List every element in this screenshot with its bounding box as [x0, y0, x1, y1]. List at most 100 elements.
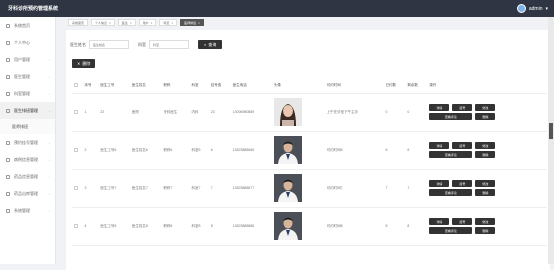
close-icon[interactable]: ×	[171, 20, 173, 26]
sidebar-item-6[interactable]: 预约挂号管理 ›	[0, 134, 55, 151]
doctor-name-input[interactable]	[89, 40, 129, 49]
row-action-button[interactable]: 查看评论	[429, 151, 473, 158]
grid-icon	[6, 140, 10, 145]
grid-icon	[6, 74, 10, 79]
row-action-button[interactable]: 删除	[475, 113, 496, 120]
table-cell: 医生工号8	[98, 207, 130, 246]
row-checkbox[interactable]	[74, 147, 78, 152]
search-label-dept: 科室	[138, 41, 146, 47]
row-action-button[interactable]: 查看评论	[429, 227, 473, 234]
tab-2[interactable]: 医生 ×	[117, 19, 136, 26]
scrollbar-thumb[interactable]	[549, 123, 553, 139]
row-action-button[interactable]: 查看评论	[429, 189, 473, 196]
row-checkbox[interactable]	[74, 223, 78, 228]
table-cell: 医生姓名7	[129, 169, 162, 208]
sidebar-item-label: 系统首页	[14, 22, 30, 28]
sidebar-item-5[interactable]: 医生排班管理 ›	[0, 102, 55, 119]
table-cell: 7	[383, 169, 406, 208]
doctor-photo	[273, 136, 302, 164]
table-cell: 牙科医生	[161, 93, 190, 132]
sidebar-item-label: 病例信息管理	[14, 156, 38, 162]
close-icon[interactable]: ×	[198, 20, 200, 26]
column-header[interactable]	[72, 78, 83, 94]
row-checkbox[interactable]	[74, 185, 78, 190]
main-content: 系统首页个人信息×医生×用户×科室×医师排班× 医生姓名 科室 ⌕ 查询 ✕ 删…	[62, 17, 554, 270]
table-cell: 职称7	[161, 169, 190, 208]
row-checkbox-cell[interactable]	[72, 207, 83, 246]
row-action-button[interactable]: 详情	[429, 180, 450, 187]
row-action-button[interactable]: 挂号	[452, 104, 473, 111]
operations-cell: 详情 挂号 修改 查看评论 删除	[427, 169, 547, 208]
user-menu[interactable]: admin ▾	[516, 4, 548, 13]
close-icon[interactable]: ×	[109, 20, 111, 26]
row-action-button[interactable]: 删除	[475, 151, 496, 158]
row-action-button[interactable]: 详情	[429, 104, 450, 111]
grid-icon	[6, 174, 10, 179]
sidebar-item-9[interactable]: 药品出库管理 ›	[0, 185, 55, 202]
sidebar-item-8[interactable]: 药品信息管理 ›	[0, 168, 55, 185]
close-icon[interactable]: ×	[151, 20, 153, 26]
row-checkbox-cell[interactable]	[72, 93, 83, 132]
column-header: 可约时间	[324, 78, 384, 94]
row-action-button[interactable]: 修改	[475, 104, 496, 111]
search-button[interactable]: ⌕ 查询	[198, 40, 223, 49]
tab-4[interactable]: 科室 ×	[159, 19, 178, 26]
grid-icon	[6, 57, 10, 62]
table-cell: 7	[208, 169, 231, 208]
table-cell: 13823888877	[230, 169, 272, 208]
column-header: 剩余数	[405, 78, 428, 94]
table-cell: 可约时间7	[324, 169, 384, 208]
table-cell: 8	[383, 207, 406, 246]
column-header: 医生工号	[98, 78, 130, 94]
sidebar-item-7[interactable]: 病例信息管理 ›	[0, 151, 55, 168]
sidebar-item-4[interactable]: 科室管理 ›	[0, 85, 55, 102]
row-action-button[interactable]: 详情	[429, 142, 450, 149]
sidebar-item-label: 医生排班管理	[14, 107, 38, 113]
top-bar: 牙科诊所预约管理系统 admin ▾	[0, 0, 554, 17]
grid-icon	[6, 108, 10, 113]
user-name: admin	[528, 5, 543, 12]
row-action-button[interactable]: 修改	[475, 218, 496, 225]
table-cell: 13823888888	[230, 207, 272, 246]
row-action-button[interactable]: 挂号	[452, 180, 473, 187]
table-row: 1 22 医院 牙科医生 内科 23 13006980889 上午在诊室下午主诊 0 0 详情 挂号修…	[72, 93, 547, 132]
row-action-button[interactable]: 删除	[475, 189, 496, 196]
row-checkbox-cell[interactable]	[72, 131, 83, 170]
select-all-checkbox[interactable]	[74, 82, 78, 87]
app-title: 牙科诊所预约管理系统	[8, 6, 59, 12]
department-input[interactable]	[149, 40, 189, 49]
tab-5[interactable]: 医师排班 ×	[180, 19, 204, 26]
sidebar-item-2[interactable]: 用户管理 ›	[0, 51, 55, 68]
row-action-button[interactable]: 查看评论	[429, 113, 473, 120]
close-icon[interactable]: ×	[130, 20, 132, 26]
photo-cell	[271, 169, 325, 208]
table-cell: 7	[405, 169, 428, 208]
tab-3[interactable]: 用户 ×	[138, 19, 157, 26]
photo-cell	[271, 207, 325, 246]
sidebar-item-label: 个人中心	[14, 39, 30, 45]
sidebar-item-1[interactable]: 个人中心	[0, 34, 55, 51]
tab-1[interactable]: 个人信息 ×	[91, 19, 115, 26]
operations-cell: 详情 挂号 修改 查看评论 删除	[427, 93, 547, 132]
doctor-photo	[273, 212, 302, 240]
row-action-button[interactable]: 删除	[475, 227, 496, 234]
search-icon: ⌕	[204, 42, 207, 47]
row-action-button[interactable]: 修改	[475, 180, 496, 187]
delete-button[interactable]: ✕ 删除	[72, 59, 96, 68]
sidebar-item-3[interactable]: 医生管理 ›	[0, 68, 55, 85]
sidebar-subitem[interactable]: 医师排班	[0, 119, 55, 134]
row-checkbox[interactable]	[74, 109, 78, 114]
row-action-button[interactable]: 挂号	[452, 142, 473, 149]
column-header: 科室	[189, 78, 209, 94]
sidebar-item-0[interactable]: 系统首页	[0, 17, 55, 34]
row-action-button[interactable]: 修改	[475, 142, 496, 149]
tab-0[interactable]: 系统首页	[68, 19, 89, 26]
sidebar-item-10[interactable]: 系统管理 ›	[0, 202, 55, 219]
row-action-button[interactable]: 挂号	[452, 218, 473, 225]
chevron-right-icon: ›	[49, 191, 50, 196]
scrollbar[interactable]	[548, 17, 554, 264]
table-cell: 医生姓名8	[129, 207, 162, 246]
chevron-right-icon: ›	[49, 208, 50, 213]
row-checkbox-cell[interactable]	[72, 169, 83, 208]
row-action-button[interactable]: 详情	[429, 218, 450, 225]
